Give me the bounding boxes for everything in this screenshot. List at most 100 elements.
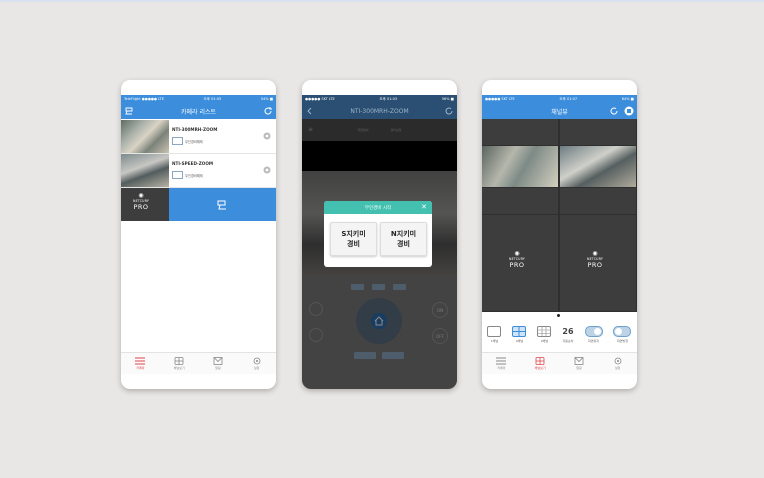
n-guard-button[interactable]: N지키미 경비 (380, 222, 427, 256)
tab-label: 설정 (614, 366, 621, 370)
tab-label: 알림 (576, 366, 582, 370)
page-indicator-dot (557, 314, 560, 317)
channel-empty[interactable]: ◉ NETCURY PRO (482, 215, 558, 311)
nine-screen-icon (537, 326, 552, 337)
tab-label: 설정 (253, 366, 260, 370)
camera-add-icon[interactable] (124, 106, 134, 116)
empty-camera-slot[interactable]: ◉ NETCURY PRO (121, 188, 169, 221)
title-bar: NTI-300MRH-ZOOM (302, 103, 457, 119)
channel-video[interactable] (482, 146, 558, 187)
page-title: 카메라 리스트 (180, 108, 217, 116)
tab-label: 채널보기 (173, 366, 185, 370)
channel-video[interactable] (560, 146, 636, 187)
s-guard-button[interactable]: S지키미 경비 (330, 222, 377, 256)
save-icon[interactable] (624, 106, 634, 116)
logo-pro: PRO (509, 261, 525, 269)
logo-pro: PRO (133, 203, 149, 211)
view-controls: 1채널 4채널 9채널 26 자동순차 화면유지 화면방향 (482, 320, 637, 352)
tab-label: 채널보기 (534, 366, 546, 370)
camera-thumbnail (121, 120, 169, 153)
title-bar: 채널뷰 (482, 103, 637, 119)
camera-list-item[interactable]: NTI-300MRH-ZOOM 무인경비해제 (121, 120, 276, 154)
dialog-header: 무인경비 시작 ✕ (324, 201, 432, 214)
status-battery: 64% ■ (621, 97, 634, 101)
close-icon[interactable]: ✕ (421, 203, 427, 211)
status-carrier: ●●●●● SKT LTE (485, 97, 515, 101)
title-bar: 카메라 리스트 (121, 103, 276, 119)
control-label: 자동순차 (562, 339, 574, 343)
camera-status: 무인경비해제 (172, 171, 203, 179)
list-icon (135, 357, 146, 365)
netcury-logo: ◉ NETCURY PRO (133, 193, 149, 212)
tab-channel-view[interactable]: 채널보기 (160, 353, 199, 374)
button-label: 경비 (397, 240, 410, 248)
toggle-icon (584, 326, 603, 337)
phone-camera-list: TeleFlight ●●●●● LTE 오후 01:05 54% ■ 카메라 … (121, 80, 276, 389)
button-label: 경비 (347, 240, 360, 248)
status-battery: 54% ■ (260, 97, 273, 101)
status-carrier: ●●●●● SKT LTE (305, 97, 335, 101)
status-bar: ●●●●● SKT LTE 오후 01:03 56% ■ (302, 95, 457, 103)
back-icon[interactable] (305, 106, 315, 116)
quad-screen-icon (174, 357, 184, 365)
camera-status-text: 무인경비해제 (185, 173, 203, 178)
single-channel-button[interactable]: 1채널 (487, 326, 502, 343)
refresh-icon[interactable] (609, 106, 619, 116)
phone-live-view: ●●●●● SKT LTE 오후 01:03 56% ■ NTI-300MRH-… (302, 80, 457, 389)
refresh-icon[interactable] (263, 106, 273, 116)
channel-empty[interactable]: ◉ NETCURY PRO (560, 215, 636, 311)
status-time: 오후 01:05 (203, 96, 222, 101)
lock-icon (172, 137, 183, 145)
status-time: 오후 01:03 (379, 96, 398, 101)
tab-label: 알림 (215, 366, 221, 370)
netcury-logo: ◉ NETCURY PRO (587, 251, 603, 270)
page-title: 채널뷰 (551, 108, 568, 116)
netcury-logo: ◉ NETCURY PRO (509, 251, 525, 270)
camera-thumbnail (121, 154, 169, 187)
tab-bar: 카메라 채널보기 알림 설정 (121, 352, 276, 374)
nine-channel-button[interactable]: 9채널 (537, 326, 552, 343)
control-label: 화면유지 (587, 339, 600, 343)
channel-cell[interactable] (482, 119, 558, 145)
single-screen-icon (487, 326, 502, 337)
channel-grid: ◉ NETCURY PRO ◉ NETCURY PRO (482, 119, 637, 312)
quad-channel-button[interactable]: 4채널 (512, 326, 527, 343)
control-label: 9채널 (540, 339, 549, 343)
gear-icon (253, 357, 261, 365)
gear-icon[interactable] (262, 165, 272, 175)
tab-bar: 카메라 채널보기 알림 설정 (482, 352, 637, 374)
quad-screen-icon (535, 357, 545, 365)
status-time: 오후 01:07 (559, 96, 578, 101)
status-battery: 56% ■ (441, 97, 454, 101)
status-bar: TeleFlight ●●●●● LTE 오후 01:05 54% ■ (121, 95, 276, 103)
refresh-icon[interactable] (444, 106, 454, 116)
screen-keep-toggle[interactable]: 화면유지 (584, 326, 603, 343)
tab-channel-view[interactable]: 채널보기 (521, 353, 560, 374)
gear-icon[interactable] (262, 131, 272, 141)
auto-sequence-button[interactable]: 26 자동순차 (562, 326, 573, 343)
dialog-title: 무인경비 시작 (364, 205, 392, 211)
screen-orientation-toggle[interactable]: 화면방향 (613, 326, 632, 343)
tab-label: 카메라 (136, 366, 145, 370)
tab-settings[interactable]: 설정 (237, 353, 276, 374)
camera-list-item[interactable]: NTI-SPEED-ZOOM 무인경비해제 (121, 154, 276, 188)
guard-start-dialog: 무인경비 시작 ✕ S지키미 경비 N지키미 경비 (324, 201, 432, 267)
tab-settings[interactable]: 설정 (598, 353, 637, 374)
page-title: NTI-300MRH-ZOOM (350, 107, 409, 115)
tab-camera[interactable]: 카메라 (482, 353, 521, 374)
camera-add-icon (217, 200, 226, 210)
control-label: 1채널 (490, 339, 499, 343)
tab-alarm[interactable]: 알림 (560, 353, 599, 374)
tab-alarm[interactable]: 알림 (199, 353, 238, 374)
control-label: 4채널 (515, 339, 524, 343)
tab-camera[interactable]: 카메라 (121, 353, 160, 374)
channel-cell[interactable] (560, 119, 636, 145)
status-carrier: TeleFlight ●●●●● LTE (124, 97, 164, 101)
phone-channel-view: ●●●●● SKT LTE 오후 01:07 64% ■ 채널뷰 ◉ NETCU… (482, 80, 637, 389)
list-icon (496, 357, 507, 365)
channel-cell[interactable] (560, 188, 636, 214)
channel-cell[interactable] (482, 188, 558, 214)
button-label: N지키미 (390, 230, 417, 238)
envelope-icon (574, 357, 584, 365)
add-camera-button[interactable] (169, 188, 276, 221)
